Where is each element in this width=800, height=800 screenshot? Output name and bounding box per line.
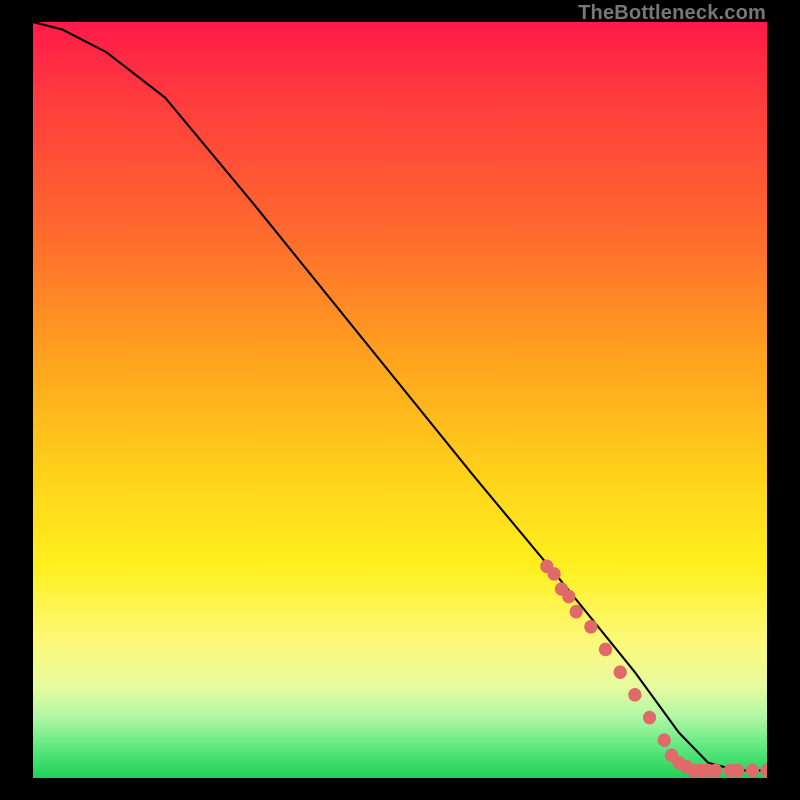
marker-dot (614, 665, 627, 679)
marker-dot (570, 605, 583, 619)
marker-dot (746, 764, 759, 778)
chart-overlay (33, 22, 767, 778)
marker-dot (628, 688, 641, 702)
marker-dot (584, 620, 597, 634)
marker-dot (643, 711, 656, 725)
marker-group (540, 560, 767, 778)
marker-dot (760, 764, 767, 778)
marker-dot (731, 764, 744, 778)
bottleneck-curve (33, 22, 767, 770)
marker-dot (658, 733, 671, 747)
marker-dot (709, 764, 722, 778)
marker-dot (562, 590, 575, 604)
marker-dot (548, 567, 561, 581)
chart-stage: TheBottleneck.com (0, 0, 800, 800)
marker-dot (599, 643, 612, 657)
